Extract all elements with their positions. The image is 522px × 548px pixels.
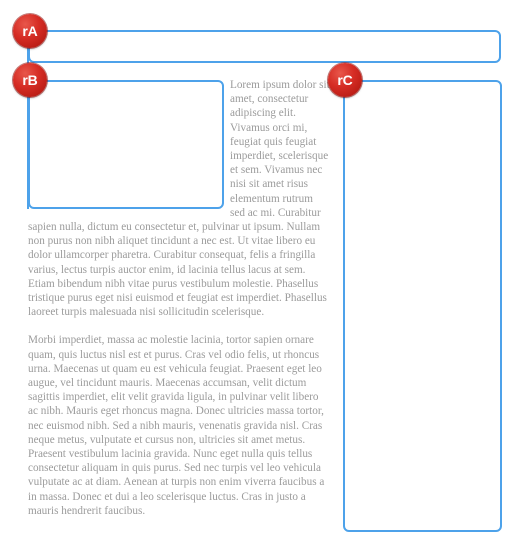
region-badge-rb[interactable]: rB	[13, 63, 47, 97]
region-a-outline	[28, 30, 501, 63]
region-c-float-spacer	[330, 78, 501, 530]
region-b-float-spacer	[28, 78, 230, 216]
region-badge-ra[interactable]: rA	[13, 14, 47, 48]
layout-stage: Lorem ipsum dolor sit amet, consectetur …	[0, 0, 522, 548]
flow-text-content: Lorem ipsum dolor sit amet, consectetur …	[28, 78, 501, 538]
region-badge-rc[interactable]: rC	[328, 63, 362, 97]
